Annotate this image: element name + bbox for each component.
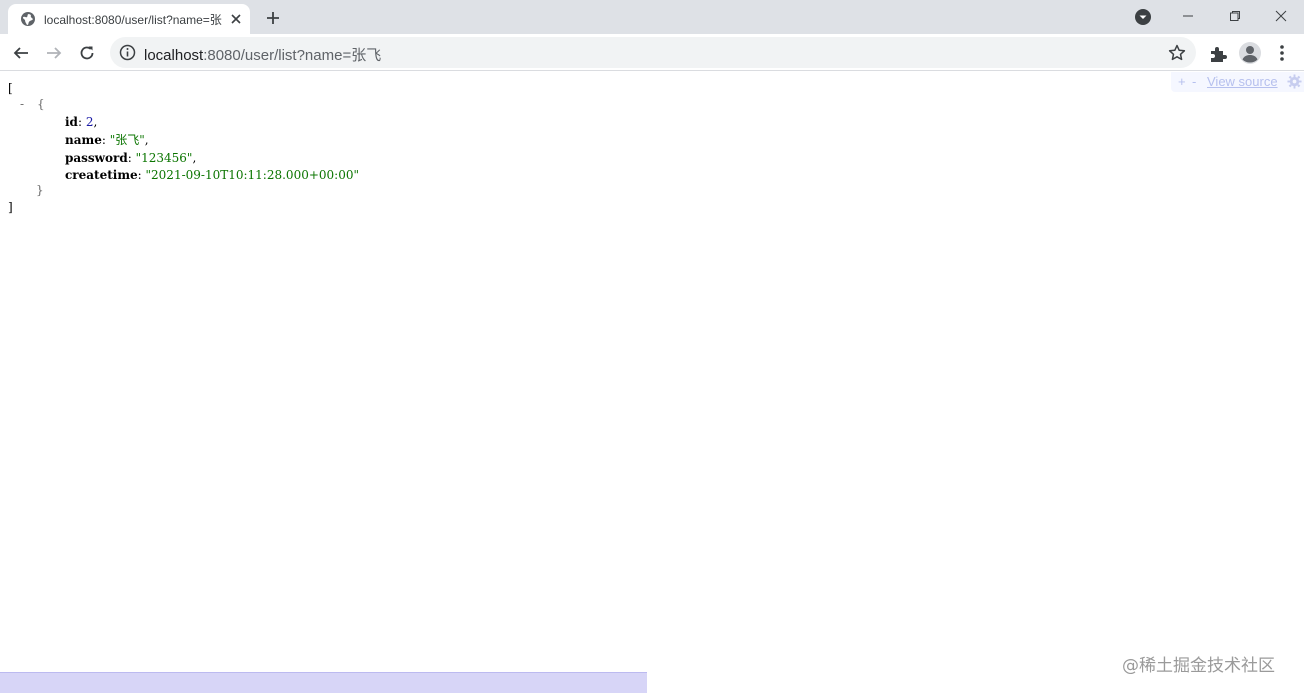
- json-viewer: [ - { id: 2, name: "张飞", password: "1234…: [0, 72, 1304, 672]
- json-open-bracket: [: [8, 81, 13, 95]
- address-url[interactable]: localhost:8080/user/list?name=张飞: [144, 44, 381, 65]
- collapse-all-button[interactable]: -: [1192, 74, 1196, 89]
- json-key: createtime: [65, 168, 138, 182]
- close-icon[interactable]: [228, 11, 244, 27]
- arrow-right-icon: [47, 47, 62, 59]
- restore-button[interactable]: [1212, 0, 1258, 32]
- new-tab-button[interactable]: [262, 7, 284, 29]
- globe-icon: [21, 12, 35, 26]
- tab-strip: localhost:8080/user/list?name=张飞: [0, 0, 1304, 34]
- url-path: :8080/user/list?name=张飞: [203, 47, 382, 64]
- address-bar[interactable]: localhost:8080/user/list?name=张飞: [110, 37, 1196, 68]
- json-key: id: [65, 115, 78, 129]
- json-collapser[interactable]: -: [20, 96, 24, 112]
- plus-icon: [267, 12, 279, 24]
- minimize-icon: [1183, 15, 1193, 17]
- json-close-brace: }: [36, 183, 44, 197]
- json-value: "张飞": [109, 133, 145, 147]
- puzzle-icon[interactable]: [1207, 43, 1229, 65]
- reload-icon: [80, 46, 94, 60]
- tab-search-icon[interactable]: [1134, 8, 1152, 26]
- info-icon[interactable]: [119, 44, 136, 61]
- json-field-createtime: createtime: "2021-09-10T10:11:28.000+00:…: [65, 168, 359, 182]
- json-key: name: [65, 133, 102, 147]
- close-icon: [1275, 10, 1287, 22]
- json-viewer-toolbar: + - View source: [1171, 72, 1304, 92]
- expand-all-button[interactable]: +: [1178, 74, 1186, 89]
- json-field-password: password: "123456",: [65, 151, 197, 165]
- view-source-link[interactable]: View source: [1207, 74, 1278, 89]
- tab-active[interactable]: localhost:8080/user/list?name=张飞: [8, 4, 250, 34]
- json-value: "123456": [135, 151, 193, 165]
- arrow-left-icon: [13, 47, 28, 59]
- json-value: "2021-09-10T10:11:28.000+00:00": [145, 168, 359, 182]
- watermark-text: @稀土掘金技术社区: [1122, 656, 1275, 676]
- json-field-name: name: "张飞",: [65, 133, 149, 147]
- tab-title: localhost:8080/user/list?name=张飞: [44, 12, 222, 27]
- gear-icon[interactable]: [1287, 74, 1302, 89]
- url-host: localhost: [144, 47, 204, 64]
- star-icon[interactable]: [1167, 43, 1187, 63]
- json-field-id: id: 2,: [65, 115, 98, 129]
- profile-avatar-icon[interactable]: [1238, 41, 1262, 65]
- json-key: password: [65, 151, 128, 165]
- json-close-bracket: ]: [8, 200, 13, 214]
- kebab-menu-icon[interactable]: [1272, 43, 1292, 63]
- browser-toolbar: localhost:8080/user/list?name=张飞: [0, 34, 1304, 71]
- forward-button[interactable]: [41, 40, 67, 66]
- horizontal-scrollbar[interactable]: [0, 672, 647, 693]
- minimize-button[interactable]: [1165, 0, 1211, 32]
- json-open-brace: {: [37, 97, 45, 111]
- restore-icon: [1230, 11, 1240, 21]
- reload-button[interactable]: [74, 40, 100, 66]
- window-close-button[interactable]: [1258, 0, 1304, 32]
- back-button[interactable]: [8, 40, 34, 66]
